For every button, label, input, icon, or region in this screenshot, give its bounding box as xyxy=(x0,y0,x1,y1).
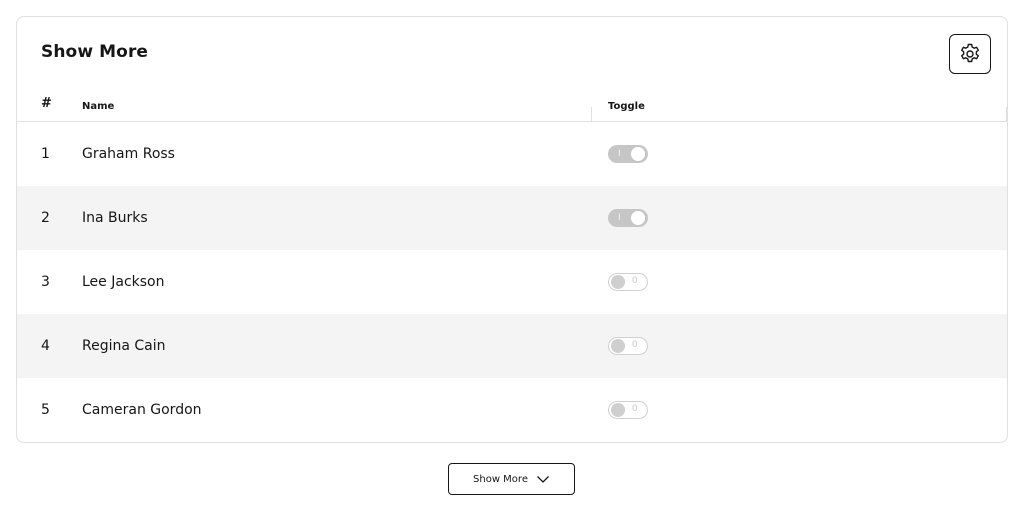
row-number: 1 xyxy=(41,146,50,162)
table-row: 1 Graham Ross I xyxy=(17,122,1007,186)
header-number: # xyxy=(41,96,52,111)
toggle-knob xyxy=(631,211,645,225)
header-toggle[interactable]: Toggle xyxy=(608,90,645,123)
row-name: Regina Cain xyxy=(82,338,166,354)
column-divider xyxy=(1006,107,1007,122)
row-number: 2 xyxy=(41,210,50,226)
toggle-switch[interactable]: I xyxy=(608,209,648,227)
toggle-state-mark: 0 xyxy=(632,340,638,350)
row-name: Cameran Gordon xyxy=(82,402,202,418)
toggle-cell: I xyxy=(608,122,648,186)
toggle-switch[interactable]: 0 xyxy=(608,401,648,419)
table-row: 5 Cameran Gordon 0 xyxy=(17,378,1007,442)
chevron-down-icon xyxy=(537,476,549,483)
gear-icon xyxy=(961,43,979,63)
table-row: 3 Lee Jackson 0 xyxy=(17,250,1007,314)
toggle-knob xyxy=(611,339,625,353)
show-more-button[interactable]: Show More xyxy=(448,463,575,495)
toggle-switch[interactable]: I xyxy=(608,145,648,163)
show-more-label: Show More xyxy=(473,473,528,485)
row-number: 4 xyxy=(41,338,50,354)
table-row: 2 Ina Burks I xyxy=(17,186,1007,250)
table-card: Show More # Name Toggle 1 Graham Ross I … xyxy=(16,16,1008,443)
header-name[interactable]: Name xyxy=(82,90,114,123)
column-divider[interactable] xyxy=(591,107,592,122)
toggle-state-mark: I xyxy=(618,213,621,223)
toggle-cell: 0 xyxy=(608,250,648,314)
toggle-state-mark: 0 xyxy=(632,276,638,286)
row-number: 3 xyxy=(41,274,50,290)
toggle-cell: 0 xyxy=(608,378,648,442)
table-body: 1 Graham Ross I 2 Ina Burks I 3 Lee Jack… xyxy=(17,122,1007,442)
settings-button[interactable] xyxy=(949,34,991,74)
toggle-state-mark: 0 xyxy=(632,404,638,414)
toggle-switch[interactable]: 0 xyxy=(608,273,648,291)
row-number: 5 xyxy=(41,402,50,418)
toggle-knob xyxy=(631,147,645,161)
table-row: 4 Regina Cain 0 xyxy=(17,314,1007,378)
toggle-knob xyxy=(611,403,625,417)
toggle-switch[interactable]: 0 xyxy=(608,337,648,355)
table-header: # Name Toggle xyxy=(17,89,1007,122)
row-name: Ina Burks xyxy=(82,210,148,226)
toggle-state-mark: I xyxy=(618,149,621,159)
row-name: Graham Ross xyxy=(82,146,175,162)
toggle-cell: I xyxy=(608,186,648,250)
card-title: Show More xyxy=(41,42,149,62)
toggle-cell: 0 xyxy=(608,314,648,378)
toggle-knob xyxy=(611,275,625,289)
row-name: Lee Jackson xyxy=(82,274,165,290)
